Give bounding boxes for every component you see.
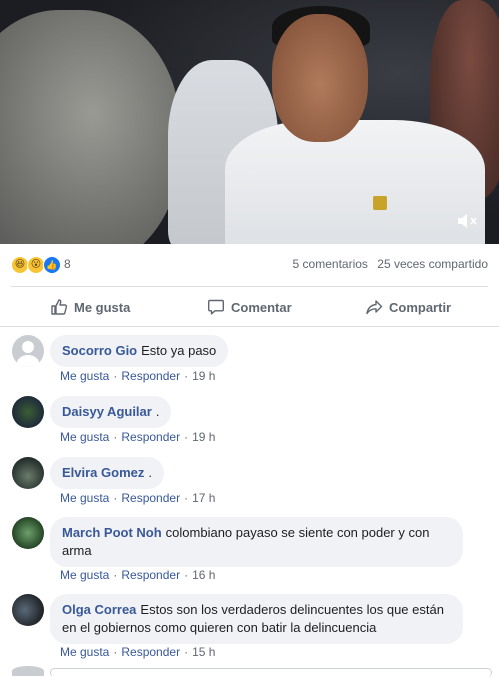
comment-reply-link[interactable]: Responder bbox=[121, 430, 180, 444]
avatar[interactable] bbox=[12, 457, 44, 489]
comment-like-link[interactable]: Me gusta bbox=[60, 369, 109, 383]
comment-author[interactable]: Olga Correa bbox=[62, 602, 136, 617]
video-shirt bbox=[225, 120, 485, 244]
share-icon bbox=[366, 300, 383, 315]
comment-meta: Me gusta · Responder · 19 h bbox=[60, 430, 216, 444]
comment-time[interactable]: 15 h bbox=[192, 645, 215, 659]
comment-time[interactable]: 17 h bbox=[192, 491, 215, 505]
share-button[interactable]: Compartir bbox=[365, 292, 451, 322]
comment-button-label: Comentar bbox=[231, 299, 292, 315]
reactions-bar: 😆 😮 👍 8 5 comentarios 25 veces compartid… bbox=[0, 252, 499, 278]
comment-author[interactable]: Elvira Gomez bbox=[62, 465, 144, 480]
divider bbox=[11, 286, 488, 287]
comment-text: Esto ya paso bbox=[141, 343, 217, 358]
comment-like-link[interactable]: Me gusta bbox=[60, 430, 109, 444]
comment-like-link[interactable]: Me gusta bbox=[60, 491, 109, 505]
comments-count-link[interactable]: 5 comentarios bbox=[293, 257, 368, 271]
video-badge bbox=[373, 196, 387, 210]
comment-meta: Me gusta · Responder · 16 h bbox=[60, 568, 216, 582]
comment-reply-link[interactable]: Responder bbox=[121, 369, 180, 383]
avatar[interactable] bbox=[12, 335, 44, 367]
comment-reply-link[interactable]: Responder bbox=[121, 491, 180, 505]
comment-bubble: Socorro Gio Esto ya paso bbox=[50, 335, 229, 367]
comment-bubble: March Poot Noh colombiano payaso se sient… bbox=[50, 517, 463, 567]
video-head bbox=[272, 14, 368, 142]
comment-reply-link[interactable]: Responder bbox=[121, 645, 180, 659]
comment-text: . bbox=[155, 404, 160, 419]
like-icon[interactable]: 👍 bbox=[43, 256, 61, 274]
comment-author[interactable]: Daisyy Aguilar bbox=[62, 404, 152, 419]
comment-like-link[interactable]: Me gusta bbox=[60, 645, 109, 659]
comment-time[interactable]: 16 h bbox=[192, 568, 215, 582]
comment-reply-link[interactable]: Responder bbox=[121, 568, 180, 582]
comment-bubble: Olga Correa Estos son los verdaderos deli… bbox=[50, 594, 463, 644]
share-button-label: Compartir bbox=[389, 299, 452, 315]
comment-time[interactable]: 19 h bbox=[192, 369, 215, 383]
thumbs-up-icon bbox=[51, 299, 68, 315]
comment-icon bbox=[208, 299, 224, 315]
comment-meta: Me gusta · Responder · 17 h bbox=[60, 491, 216, 505]
post-actions: Me gusta Comentar Compartir bbox=[0, 292, 499, 322]
reaction-count[interactable]: 8 bbox=[64, 257, 71, 271]
shares-count-link[interactable]: 25 veces compartido bbox=[377, 257, 488, 271]
like-button-label: Me gusta bbox=[74, 299, 131, 315]
avatar[interactable] bbox=[12, 666, 44, 676]
like-button[interactable]: Me gusta bbox=[50, 292, 130, 322]
speaker-muted-icon[interactable] bbox=[456, 211, 480, 231]
comment-bubble: Daisyy Aguilar. bbox=[50, 396, 172, 428]
avatar[interactable] bbox=[12, 594, 44, 626]
divider bbox=[0, 326, 499, 327]
avatar[interactable] bbox=[12, 396, 44, 428]
comment-button[interactable]: Comentar bbox=[207, 292, 292, 322]
comment-meta: Me gusta · Responder · 19 h bbox=[60, 369, 216, 383]
comment-author[interactable]: March Poot Noh bbox=[62, 525, 162, 540]
comment-author[interactable]: Socorro Gio bbox=[62, 343, 137, 358]
avatar[interactable] bbox=[12, 517, 44, 549]
comment-bubble: Elvira Gomez. bbox=[50, 457, 164, 489]
comment-text: . bbox=[148, 465, 152, 480]
comment-time[interactable]: 19 h bbox=[192, 430, 215, 444]
video-player[interactable] bbox=[0, 0, 499, 244]
comment-input[interactable] bbox=[50, 668, 492, 677]
comment-like-link[interactable]: Me gusta bbox=[60, 568, 109, 582]
comment-meta: Me gusta · Responder · 15 h bbox=[60, 645, 216, 659]
